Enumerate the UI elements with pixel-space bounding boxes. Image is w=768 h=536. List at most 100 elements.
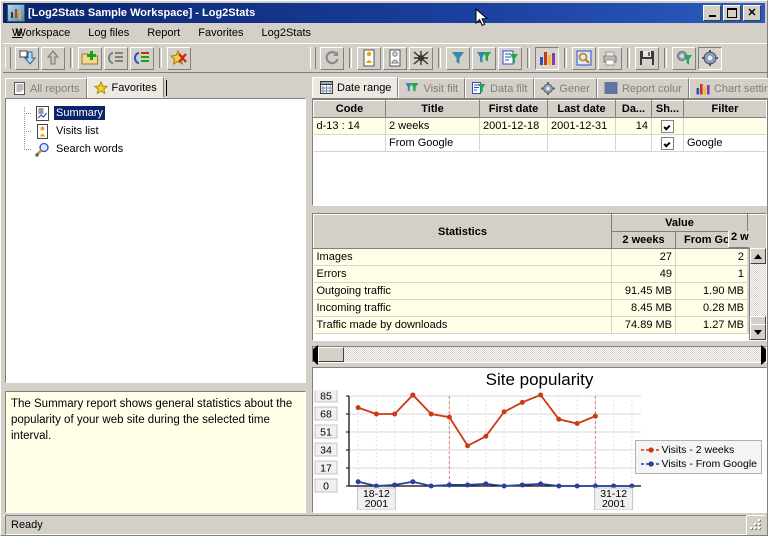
- statistics-horizontal-scrollbar[interactable]: [312, 344, 767, 365]
- robot-button[interactable]: [409, 46, 433, 70]
- table-row[interactable]: Traffic made by downloads 74.89 MB 1.27 …: [313, 316, 766, 334]
- col-header-first-date[interactable]: First date: [479, 100, 548, 118]
- data-filter-button[interactable]: [498, 46, 522, 70]
- general-settings-button[interactable]: [698, 46, 722, 70]
- tab-chart-settings[interactable]: Chart settir: [688, 78, 768, 98]
- menu-item-workspace[interactable]: WWorkspaceWorkspace: [3, 25, 79, 41]
- statistics-grid[interactable]: Statistics Value 2 weeks From Go... Imag…: [312, 213, 767, 341]
- menu-item-logfiles[interactable]: Log files: [79, 25, 138, 41]
- svg-text:51: 51: [320, 427, 332, 439]
- menu-item-favorites[interactable]: Favorites: [189, 25, 252, 41]
- summary-report-icon: [34, 105, 50, 121]
- report-properties-button[interactable]: [130, 46, 154, 70]
- checkbox-checked-icon[interactable]: [661, 136, 674, 150]
- tab-data-filter[interactable]: Data filt: [465, 78, 535, 98]
- close-button[interactable]: ✕: [743, 5, 761, 21]
- col-header-value[interactable]: Value: [611, 214, 748, 232]
- cell-filter: Google: [683, 134, 766, 152]
- table-row[interactable]: d-13 : 14 2 weeks 2001-12-18 2001-12-31 …: [313, 117, 766, 135]
- left-tab-strip: All reports Favorites: [5, 77, 306, 99]
- cell-stat-name: Outgoing traffic: [313, 282, 612, 300]
- table-row[interactable]: Images 27 2: [313, 248, 766, 266]
- checkbox-checked-icon[interactable]: [661, 119, 674, 133]
- col-header-days[interactable]: Da...: [615, 100, 652, 118]
- save-button[interactable]: [635, 46, 659, 70]
- import-log-button[interactable]: [15, 46, 39, 70]
- col-header-2-weeks[interactable]: 2 weeks: [611, 231, 676, 249]
- report-tree-panel[interactable]: Summary Visits list Search words: [5, 98, 306, 383]
- tab-label-general: Gener: [559, 82, 590, 95]
- cell-show[interactable]: [651, 117, 684, 135]
- chart-button[interactable]: [535, 46, 559, 70]
- title-bar: [Log2Stats Sample Workspace] - Log2Stats…: [3, 3, 765, 23]
- table-row[interactable]: Outgoing traffic 91.45 MB 1.90 MB: [313, 282, 766, 300]
- chart-panel[interactable]: Site popularity 0 17 34 51 68 85 18-12 2001 31-1…: [312, 367, 767, 513]
- tree-item-search-words[interactable]: Search words: [6, 140, 305, 158]
- minimize-button[interactable]: [703, 5, 721, 21]
- visit-filter-button[interactable]: [472, 46, 496, 70]
- tree-branch-line: [24, 130, 32, 132]
- scroll-down-button[interactable]: [750, 324, 766, 340]
- preview-icon: [576, 50, 592, 66]
- svg-text:34: 34: [320, 445, 332, 457]
- refresh-button[interactable]: [320, 46, 344, 70]
- export-button[interactable]: [41, 46, 65, 70]
- toolbar-grip[interactable]: [310, 47, 316, 69]
- tab-visit-filter[interactable]: Visit filt: [398, 78, 466, 98]
- table-row[interactable]: Incoming traffic 8.45 MB 0.28 MB: [313, 299, 766, 317]
- delete-favorite-button[interactable]: [167, 46, 191, 70]
- col-header-title[interactable]: Title: [385, 100, 480, 118]
- cell-show[interactable]: [651, 134, 684, 152]
- scroll-thumb[interactable]: [318, 347, 344, 362]
- date-range-grid[interactable]: Code Title First date Last date Da... Sh…: [312, 99, 767, 206]
- tree-branch-line: [24, 112, 32, 114]
- tab-general[interactable]: Gener: [534, 78, 597, 98]
- col-header-statistics[interactable]: Statistics: [313, 214, 612, 249]
- edit-report-button[interactable]: [104, 46, 128, 70]
- col-header-code[interactable]: Code: [313, 100, 386, 118]
- tab-favorites[interactable]: Favorites: [86, 77, 164, 98]
- filter-button[interactable]: [446, 46, 470, 70]
- tab-report-colours[interactable]: Report colur: [596, 78, 689, 98]
- resize-grip[interactable]: [749, 518, 763, 532]
- svg-text:68: 68: [320, 409, 332, 421]
- table-row[interactable]: Errors 49 1: [313, 265, 766, 283]
- floppy-disk-icon: [640, 51, 654, 65]
- tree-item-visits-list[interactable]: Visits list: [6, 122, 305, 140]
- tab-all-reports[interactable]: All reports: [5, 78, 87, 98]
- tab-date-range[interactable]: Date range: [312, 77, 399, 98]
- toolbar-grip[interactable]: [5, 47, 11, 69]
- toolbar-separator: [70, 48, 73, 68]
- col-header-show[interactable]: Sh...: [651, 100, 684, 118]
- window-title: [Log2Stats Sample Workspace] - Log2Stats: [28, 7, 256, 19]
- print-button[interactable]: [598, 46, 622, 70]
- new-report-button[interactable]: [78, 46, 102, 70]
- visitor-button[interactable]: [357, 46, 381, 70]
- table-row[interactable]: From Google Google: [313, 134, 766, 152]
- scroll-up-button[interactable]: [750, 248, 766, 264]
- menu-label-report: Report: [147, 27, 181, 39]
- svg-text:17: 17: [320, 463, 332, 475]
- list-green-icon: [134, 52, 149, 64]
- col-header-last-date[interactable]: Last date: [547, 100, 616, 118]
- cell-stat-v1: 74.89 MB: [611, 316, 676, 334]
- maximize-button[interactable]: [723, 5, 741, 21]
- col-header-2-weeks-partial[interactable]: 2 w: [728, 231, 749, 248]
- menu-item-log2stats[interactable]: Log2Stats: [252, 25, 320, 41]
- legend-item-from-google: Visits - From Google: [640, 457, 757, 471]
- tree-item-summary[interactable]: Summary: [6, 104, 305, 122]
- visitor-filter-button[interactable]: [383, 46, 407, 70]
- cell-stat-v1: 8.45 MB: [611, 299, 676, 317]
- menu-item-report[interactable]: Report: [138, 25, 189, 41]
- application-window: [Log2Stats Sample Workspace] - Log2Stats…: [0, 0, 768, 536]
- folder-add-icon: [81, 51, 98, 65]
- scroll-right-button[interactable]: [761, 344, 766, 365]
- statistics-vertical-scrollbar[interactable]: [749, 248, 766, 340]
- report-colors-button[interactable]: [672, 46, 696, 70]
- gear-blue-icon: [702, 50, 718, 66]
- preview-button[interactable]: [572, 46, 596, 70]
- col-header-filter[interactable]: Filter: [683, 100, 766, 118]
- upload-arrow-icon: [46, 50, 60, 65]
- triangle-right-icon: [761, 344, 766, 365]
- toolbar-separator: [664, 48, 667, 68]
